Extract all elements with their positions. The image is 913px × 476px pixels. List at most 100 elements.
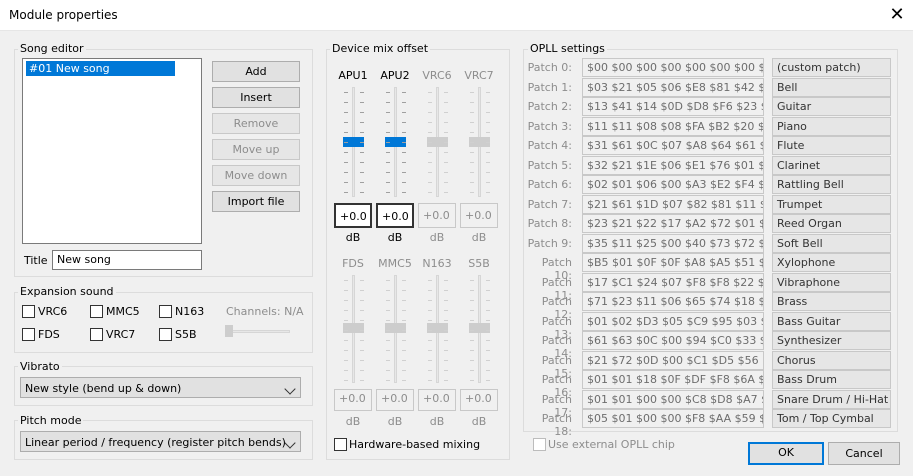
patch-hex-field[interactable]: $21 $61 $1D $07 $82 $81 $11 $07 [582, 194, 764, 214]
patch-hex-field[interactable]: $02 $01 $06 $00 $A3 $E2 $F4 $F4 [582, 175, 764, 194]
channels-slider-track[interactable] [226, 330, 290, 333]
slider-tick [360, 290, 364, 291]
patch-label: Patch 3: [527, 119, 572, 133]
slider-tick [428, 380, 432, 381]
patch-hex-field[interactable]: $00 $00 $00 $00 $00 $00 $00 $00 [582, 58, 764, 77]
s5b-db-input[interactable]: +0.0 [460, 389, 498, 411]
vrc6-checkbox[interactable] [22, 305, 35, 318]
remove-button[interactable]: Remove [212, 113, 300, 134]
vibrato-title: Vibrato [18, 360, 62, 373]
patch-name-button[interactable]: Vibraphone [772, 272, 891, 292]
slider-tick [402, 360, 406, 361]
vrc7-db-input[interactable]: +0.0 [460, 203, 498, 228]
slider-tick [402, 102, 406, 103]
patch-name-button[interactable]: Bell [772, 77, 891, 97]
patch-hex-field[interactable]: $23 $21 $22 $17 $A2 $72 $01 $17 [582, 214, 764, 233]
slider-tick [428, 280, 432, 281]
patch-name-button[interactable]: Bass Guitar [772, 311, 891, 331]
channels-slider-thumb[interactable] [225, 325, 233, 337]
slider-tick [386, 380, 390, 381]
patch-hex-field[interactable]: $B5 $01 $0F $0F $A8 $A5 $51 $02 [582, 253, 764, 272]
s5b-checkbox[interactable] [159, 328, 172, 341]
slider-tick [360, 320, 364, 321]
mmc5-slider-thumb[interactable] [385, 323, 406, 333]
slider-tick [360, 92, 364, 93]
patch-name-button[interactable]: Soft Bell [772, 233, 891, 253]
slider-tick [386, 92, 390, 93]
vrc7-checkbox[interactable] [90, 328, 103, 341]
move-down-button[interactable]: Move down [212, 165, 300, 186]
apu1-db-input[interactable]: +0.0 [334, 203, 372, 228]
patch-hex-field[interactable]: $01 $02 $D3 $05 $C9 $95 $03 $02 [582, 311, 764, 331]
patch-name-button[interactable]: (custom patch) [772, 58, 891, 77]
patch-hex-field[interactable]: $11 $11 $08 $08 $FA $B2 $20 $12 [582, 116, 764, 136]
vibrato-select[interactable]: New style (bend up & down) [20, 377, 301, 398]
slider-tick [428, 92, 432, 93]
fds-db-input[interactable]: +0.0 [334, 389, 372, 411]
patch-name-button[interactable]: Flute [772, 136, 891, 155]
patch-name-button[interactable]: Piano [772, 116, 891, 136]
vrc7-label: VRC7 [106, 328, 136, 341]
pitch-select[interactable]: Linear period / frequency (register pitc… [20, 431, 301, 452]
slider-tick [428, 320, 432, 321]
patch-name-button[interactable]: Chorus [772, 350, 891, 370]
patch-name-button[interactable]: Brass [772, 292, 891, 311]
channel-label-s5b: S5B [468, 257, 490, 270]
patch-name-button[interactable]: Rattling Bell [772, 175, 891, 194]
insert-button[interactable]: Insert [212, 87, 300, 108]
mmc5-checkbox[interactable] [90, 305, 103, 318]
patch-hex-field[interactable]: $61 $63 $0C $00 $94 $C0 $33 $F6 [582, 331, 764, 350]
hardware-mixing-checkbox[interactable] [334, 438, 347, 451]
patch-name-button[interactable]: Trumpet [772, 194, 891, 214]
external-opll-checkbox[interactable] [533, 438, 546, 451]
patch-name-button[interactable]: Guitar [772, 97, 891, 116]
channels-label: Channels: N/A [226, 305, 304, 318]
fds-checkbox[interactable] [22, 328, 35, 341]
slider-tick [444, 350, 448, 351]
ok-button[interactable]: OK [748, 442, 824, 465]
patch-name-button[interactable]: Reed Organ [772, 214, 891, 233]
patch-hex-field[interactable]: $17 $C1 $24 $07 $F8 $F8 $22 $12 [582, 272, 764, 292]
patch-hex-field[interactable]: $01 $01 $18 $0F $DF $F8 $6A $6D [582, 370, 764, 389]
patch-hex-field[interactable]: $71 $23 $11 $06 $65 $74 $18 $16 [582, 292, 764, 311]
slider-tick [486, 380, 490, 381]
patch-hex-field[interactable]: $03 $21 $05 $06 $E8 $81 $42 $27 [582, 77, 764, 97]
n163-db-input[interactable]: +0.0 [418, 389, 456, 411]
patch-hex-field[interactable]: $01 $01 $00 $00 $C8 $D8 $A7 $68 [582, 389, 764, 409]
patch-hex-field[interactable]: $32 $21 $1E $06 $E1 $76 $01 $28 [582, 155, 764, 175]
slider-tick [428, 192, 432, 193]
slider-tick [486, 162, 490, 163]
song-list-item[interactable]: #01 New song [26, 61, 175, 76]
song-list[interactable]: #01 New song [22, 58, 202, 244]
patch-name-button[interactable]: Snare Drum / Hi-Hat [772, 389, 891, 409]
title-input[interactable]: New song [52, 250, 202, 270]
patch-name-button[interactable]: Tom / Top Cymbal [772, 409, 891, 428]
move-up-button[interactable]: Move up [212, 139, 300, 160]
mmc5-db-unit: dB [387, 415, 403, 428]
patch-name-button[interactable]: Clarinet [772, 155, 891, 175]
mmc5-db-input[interactable]: +0.0 [376, 389, 414, 411]
n163-slider-thumb[interactable] [427, 323, 448, 333]
patch-hex-field[interactable]: $35 $11 $25 $00 $40 $73 $72 $01 [582, 233, 764, 253]
patch-name-button[interactable]: Synthesizer [772, 331, 891, 350]
vrc6-db-input[interactable]: +0.0 [418, 203, 456, 228]
import-file-button[interactable]: Import file [212, 191, 300, 212]
s5b-slider-thumb[interactable] [469, 323, 490, 333]
patch-hex-field[interactable]: $05 $01 $00 $00 $F8 $AA $59 $55 [582, 409, 764, 428]
fds-slider-thumb[interactable] [343, 323, 364, 333]
slider-tick [470, 122, 474, 123]
slider-tick [386, 162, 390, 163]
slider-tick [470, 102, 474, 103]
n163-checkbox[interactable] [159, 305, 172, 318]
close-icon[interactable]: ✕ [884, 4, 910, 26]
slider-tick [402, 182, 406, 183]
patch-hex-field[interactable]: $31 $61 $0C $07 $A8 $64 $61 $27 [582, 136, 764, 155]
patch-hex-field[interactable]: $13 $41 $14 $0D $D8 $F6 $23 $12 [582, 97, 764, 116]
patch-hex-field[interactable]: $21 $72 $0D $00 $C1 $D5 $56 $06 [582, 350, 764, 370]
add-button[interactable]: Add [212, 61, 300, 82]
patch-name-button[interactable]: Xylophone [772, 253, 891, 272]
channel-label-apu1: APU1 [338, 69, 368, 82]
apu2-db-input[interactable]: +0.0 [376, 203, 414, 228]
cancel-button[interactable]: Cancel [828, 442, 900, 465]
patch-name-button[interactable]: Bass Drum [772, 370, 891, 389]
